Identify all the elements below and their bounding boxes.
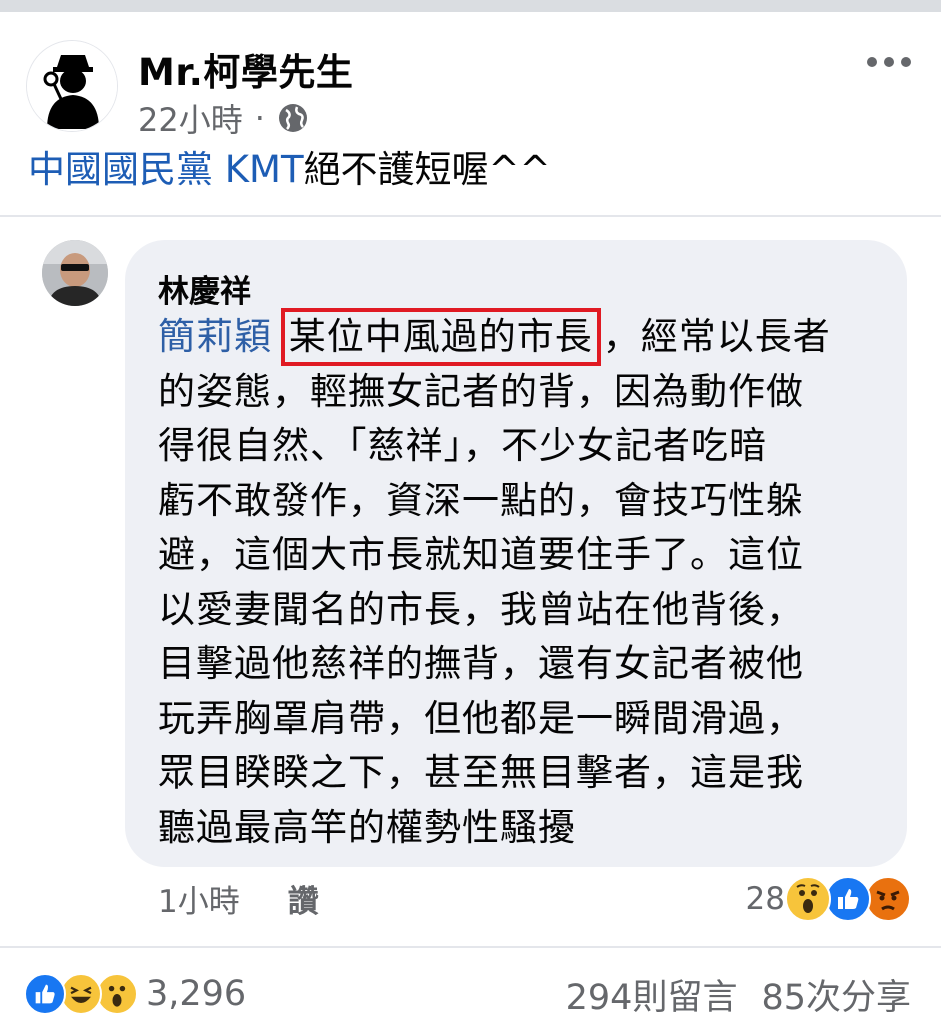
comment-line: 聽過最高竿的權勢性騷擾 — [158, 805, 576, 849]
person-photo-icon — [42, 240, 108, 306]
meta-separator: · — [254, 99, 265, 137]
post-text: 中國國民黨 KMT絕不護短喔^^ — [28, 146, 551, 194]
dot-icon — [901, 57, 911, 67]
comment-line: 的姿態，輕撫女記者的背，因為動作做 — [158, 369, 804, 413]
comment-line-text: ，經常以長者 — [602, 315, 831, 358]
comment-line: 眾目睽睽之下，甚至無目擊者，這是我 — [158, 751, 804, 794]
post-reactions[interactable]: 3,296 — [24, 970, 246, 1018]
divider — [0, 946, 941, 948]
commenter-name[interactable]: 林慶祥 — [158, 266, 251, 311]
wow-icon — [96, 973, 138, 1015]
angry-icon — [865, 876, 911, 922]
comment-footer: 1小時 讚 — [158, 876, 319, 921]
post-author-avatar[interactable] — [26, 40, 118, 132]
wow-icon — [785, 876, 831, 922]
post-text-body: 絕不護短喔^^ — [303, 148, 551, 191]
comment-reactions[interactable]: 28 — [746, 874, 911, 924]
comment-line: 虧不敢發作，資深一點的，會技巧性躲 — [158, 478, 804, 522]
comment-line: 玩弄胸罩肩帶，但他都是一瞬間滑過， — [158, 696, 804, 740]
like-icon — [24, 973, 66, 1015]
post-stats: 294則留言 85次分享 — [566, 970, 911, 1018]
mention-link[interactable]: 簡莉穎 — [158, 315, 272, 358]
highlighted-phrase: 某位中風過的市長 — [280, 308, 601, 366]
divider — [0, 215, 941, 217]
comment-line: 目擊過他慈祥的撫背，還有女記者被他 — [158, 642, 804, 685]
post-tag-link[interactable]: 中國國民黨 KMT — [28, 148, 304, 191]
comment-count-link[interactable]: 294則留言 — [566, 969, 738, 1020]
dot-icon — [867, 57, 877, 67]
comment-body: 簡莉穎 某位中風過的市長 ，經常以長者 的姿態，輕撫女記者的背，因為動作做 得很自… — [158, 308, 878, 855]
comment-reaction-count: 28 — [745, 881, 785, 917]
comment-line: 避，這個大市長就知道要住手了。這位 — [158, 533, 804, 576]
comment-like-button[interactable]: 讚 — [288, 876, 319, 921]
comment-line: 得很自然、「慈祥」，不少女記者吃暗 — [158, 424, 767, 467]
post-author-name[interactable]: Mr.柯學先生 — [138, 42, 353, 96]
share-count-link[interactable]: 85次分享 — [761, 969, 911, 1020]
commenter-avatar[interactable] — [42, 240, 108, 306]
dot-icon — [884, 57, 894, 67]
comment-line: 以愛妻聞名的市長，我曾站在他背後， — [158, 587, 804, 631]
top-strip — [0, 0, 941, 12]
comment-line: 簡莉穎 某位中風過的市長 ，經常以長者 — [158, 308, 878, 366]
silhouette-logo-icon — [27, 41, 117, 131]
like-icon — [825, 876, 871, 922]
post-reaction-count: 3,296 — [146, 974, 247, 1014]
comment-time[interactable]: 1小時 — [158, 876, 240, 921]
post-meta: 22小時 · — [138, 95, 309, 141]
globe-icon[interactable] — [277, 102, 309, 134]
haha-icon — [60, 973, 102, 1015]
more-options-button[interactable] — [867, 50, 911, 74]
post-time[interactable]: 22小時 — [138, 95, 243, 141]
